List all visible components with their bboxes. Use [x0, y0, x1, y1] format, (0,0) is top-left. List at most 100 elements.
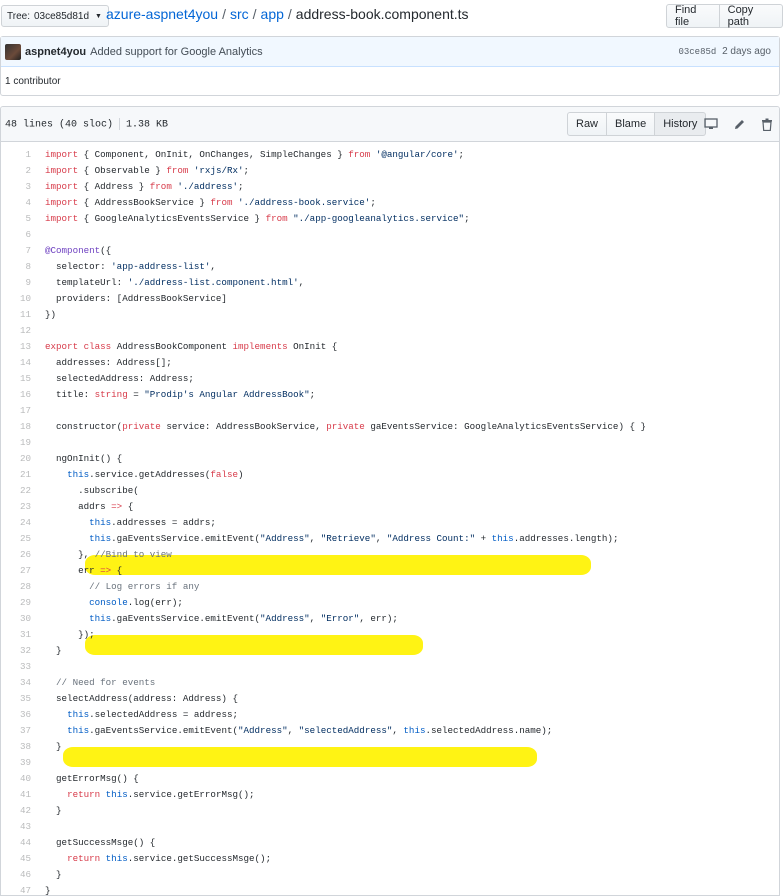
line-number[interactable]: 2	[1, 163, 31, 179]
line-number[interactable]: 33	[1, 659, 31, 675]
breadcrumb-app-link[interactable]: app	[261, 6, 284, 22]
line-number[interactable]: 15	[1, 371, 31, 387]
line-number[interactable]: 24	[1, 515, 31, 531]
blame-button[interactable]: Blame	[607, 112, 656, 136]
code-line: 15 selectedAddress: Address;	[1, 371, 779, 387]
code-text: this.addresses = addrs;	[89, 517, 216, 528]
line-number[interactable]: 26	[1, 547, 31, 563]
line-number[interactable]: 10	[1, 291, 31, 307]
code-text: import { AddressBookService } from './ad…	[45, 197, 376, 208]
line-number[interactable]: 12	[1, 323, 31, 339]
code-line: 39	[1, 755, 779, 771]
history-button[interactable]: History	[655, 112, 707, 136]
line-number[interactable]: 13	[1, 339, 31, 355]
code-line: 36 this.selectedAddress = address;	[1, 707, 779, 723]
line-number[interactable]: 17	[1, 403, 31, 419]
line-number[interactable]: 18	[1, 419, 31, 435]
code-text: }	[45, 885, 51, 896]
breadcrumb-repo-link[interactable]: azure-aspnet4you	[106, 6, 218, 22]
code-line: 38 }	[1, 739, 779, 755]
line-number[interactable]: 35	[1, 691, 31, 707]
code-text: this.selectedAddress = address;	[67, 709, 238, 720]
code-text: }, //Bind to view	[45, 549, 172, 560]
desktop-icon[interactable]	[703, 116, 719, 132]
code-text: selectAddress(address: Address) {	[45, 693, 238, 704]
code-text: ngOnInit() {	[45, 453, 123, 464]
commit-sha-link[interactable]: 03ce85d	[678, 47, 716, 57]
line-number[interactable]: 45	[1, 851, 31, 867]
line-number[interactable]: 39	[1, 755, 31, 771]
branch-selector-button[interactable]: Tree: 03ce85d81d ▼	[1, 5, 109, 27]
copy-path-button[interactable]: Copy path	[719, 4, 783, 28]
latest-commit-row: aspnet4you Added support for Google Anal…	[1, 37, 779, 67]
line-number[interactable]: 21	[1, 467, 31, 483]
breadcrumb-src-link[interactable]: src	[230, 6, 249, 22]
line-number[interactable]: 23	[1, 499, 31, 515]
code-line: 2 import { Observable } from 'rxjs/Rx';	[1, 163, 779, 179]
find-file-button[interactable]: Find file	[666, 4, 720, 28]
contributors-count[interactable]: 1 contributor	[5, 76, 61, 87]
code-text: import { Component, OnInit, OnChanges, S…	[45, 149, 465, 160]
raw-button[interactable]: Raw	[567, 112, 608, 136]
line-number[interactable]: 25	[1, 531, 31, 547]
code-line: 5 import { GoogleAnalyticsEventsService }…	[1, 211, 779, 227]
line-number[interactable]: 11	[1, 307, 31, 323]
line-number[interactable]: 47	[1, 883, 31, 895]
line-number[interactable]: 34	[1, 675, 31, 691]
line-number[interactable]: 19	[1, 435, 31, 451]
file-size: 1.38 KB	[126, 119, 169, 131]
file-info: 48 lines (40 sloc) 1.38 KB	[5, 118, 168, 131]
code-text: getErrorMsg() {	[45, 773, 139, 784]
line-number[interactable]: 46	[1, 867, 31, 883]
line-number[interactable]: 41	[1, 787, 31, 803]
code-text: return this.service.getErrorMsg();	[67, 789, 255, 800]
code-line: 37 this.gaEventsService.emitEvent("Addre…	[1, 723, 779, 739]
line-number[interactable]: 5	[1, 211, 31, 227]
code-text: this.gaEventsService.emitEvent("Address"…	[89, 533, 619, 544]
trash-icon[interactable]	[759, 116, 775, 132]
line-number[interactable]: 16	[1, 387, 31, 403]
line-number[interactable]: 8	[1, 259, 31, 275]
line-number[interactable]: 38	[1, 739, 31, 755]
line-number[interactable]: 4	[1, 195, 31, 211]
line-number[interactable]: 36	[1, 707, 31, 723]
line-number[interactable]: 43	[1, 819, 31, 835]
line-number[interactable]: 40	[1, 771, 31, 787]
commit-message-link[interactable]: Added support for Google Analytics	[90, 46, 262, 58]
line-number[interactable]: 9	[1, 275, 31, 291]
file-icon-actions	[703, 116, 775, 132]
code-line: 4 import { AddressBookService } from './a…	[1, 195, 779, 211]
line-number[interactable]: 30	[1, 611, 31, 627]
line-number[interactable]: 7	[1, 243, 31, 259]
code-text: addresses: Address[];	[45, 357, 172, 368]
code-text: return this.service.getSuccessMsge();	[67, 853, 272, 864]
code-line: 32 }	[1, 643, 779, 659]
line-number[interactable]: 6	[1, 227, 31, 243]
code-text: selectedAddress: Address;	[45, 373, 194, 384]
line-number[interactable]: 32	[1, 643, 31, 659]
commit-author-link[interactable]: aspnet4you	[25, 46, 86, 58]
commit-meta: 03ce85d 2 days ago	[678, 46, 771, 57]
code-line: 31 });	[1, 627, 779, 643]
code-text: @Component({	[45, 245, 112, 256]
line-number[interactable]: 27	[1, 563, 31, 579]
code-line: 22 .subscribe(	[1, 483, 779, 499]
code-text: selector: 'app-address-list',	[45, 261, 216, 272]
code-text: this.service.getAddresses(false)	[67, 469, 244, 480]
line-number[interactable]: 44	[1, 835, 31, 851]
line-number[interactable]: 22	[1, 483, 31, 499]
line-number[interactable]: 28	[1, 579, 31, 595]
pencil-icon[interactable]	[731, 116, 747, 132]
line-number[interactable]: 1	[1, 147, 31, 163]
code-line: 40 getErrorMsg() {	[1, 771, 779, 787]
avatar[interactable]	[5, 43, 21, 60]
code-line: 29 console.log(err);	[1, 595, 779, 611]
line-number[interactable]: 42	[1, 803, 31, 819]
line-number[interactable]: 37	[1, 723, 31, 739]
line-number[interactable]: 20	[1, 451, 31, 467]
code-line: 7 @Component({	[1, 243, 779, 259]
line-number[interactable]: 31	[1, 627, 31, 643]
line-number[interactable]: 14	[1, 355, 31, 371]
line-number[interactable]: 3	[1, 179, 31, 195]
line-number[interactable]: 29	[1, 595, 31, 611]
